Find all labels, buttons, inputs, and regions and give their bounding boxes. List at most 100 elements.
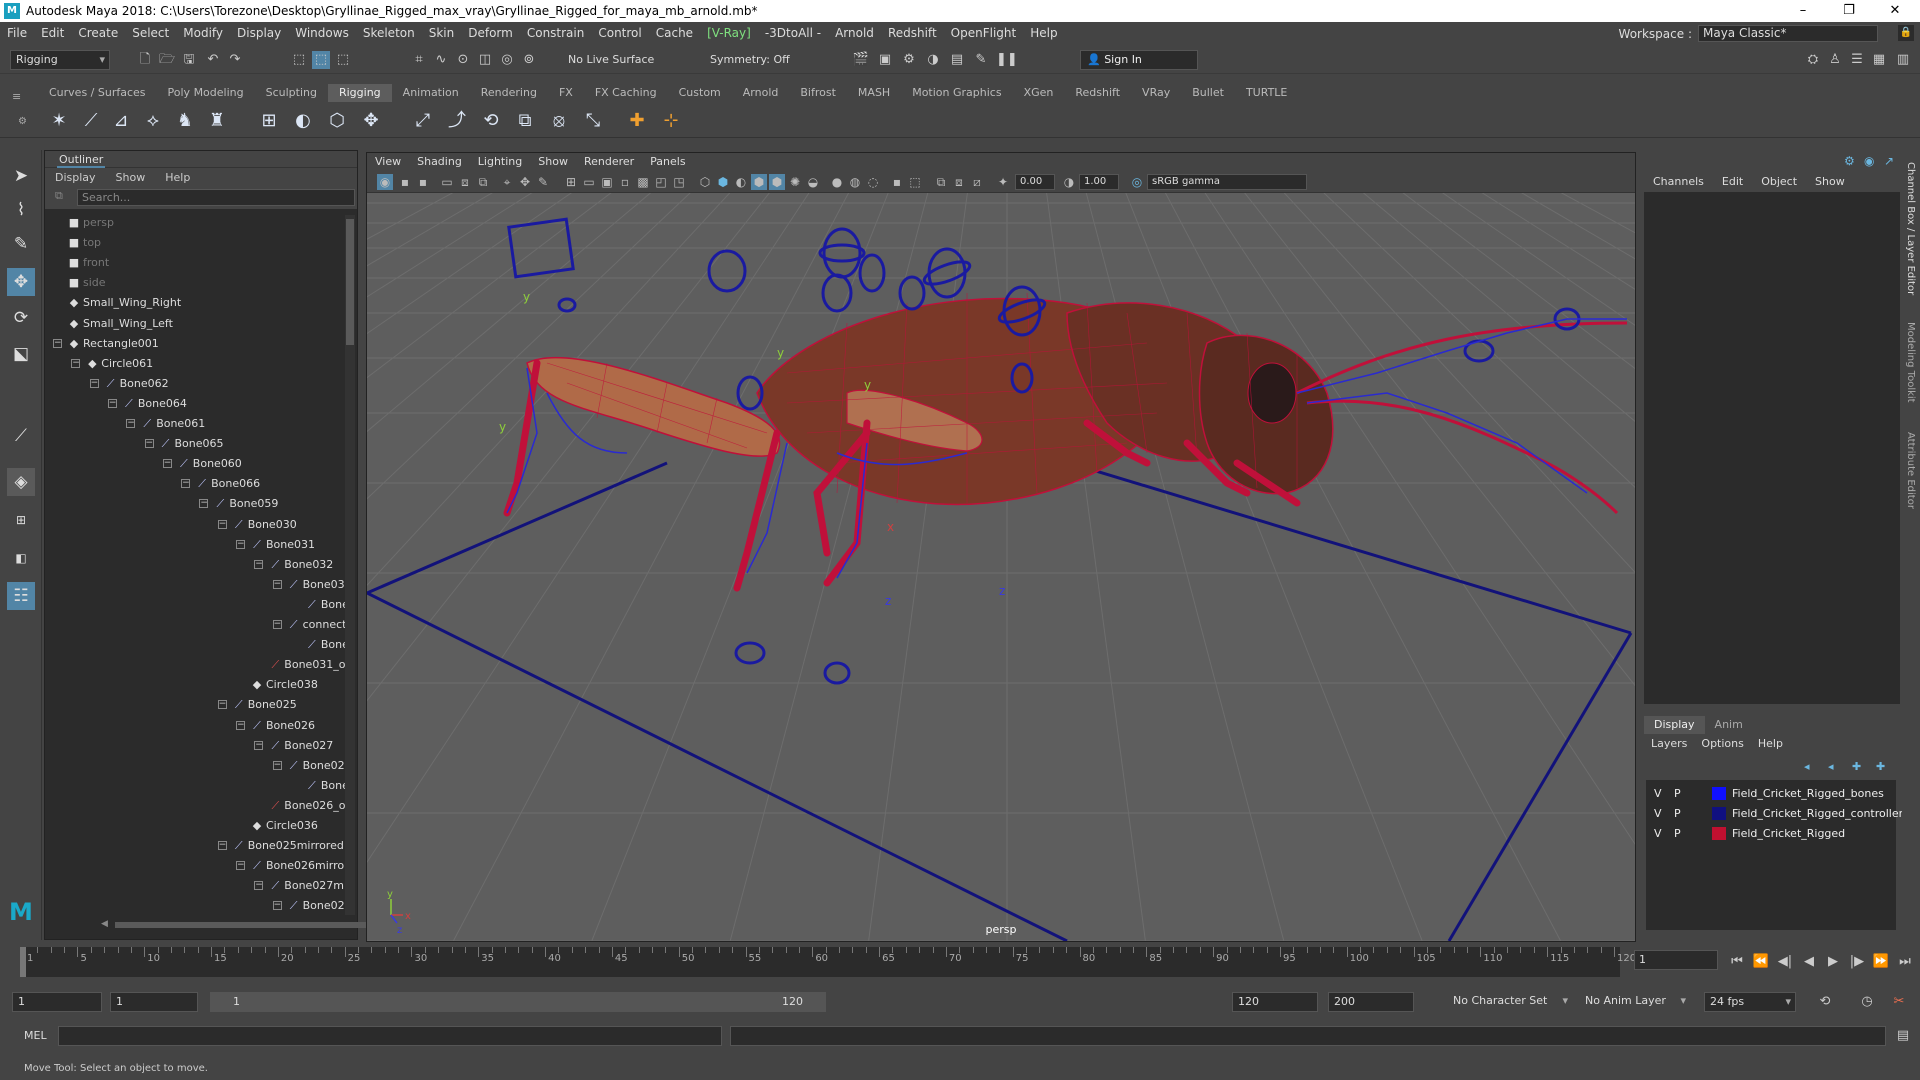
channel-box-help-icon[interactable]: ◉ xyxy=(1864,154,1874,168)
xray-icon[interactable]: ⧉ xyxy=(933,174,949,190)
exposure-icon[interactable]: ✦ xyxy=(995,174,1011,190)
gamma-icon[interactable]: ◑ xyxy=(1061,174,1077,190)
snap-to-point-icon[interactable]: ⊙ xyxy=(454,51,472,69)
expand-toggle[interactable]: − xyxy=(126,419,136,428)
menu-3dtoall[interactable]: -3DtoAll - xyxy=(758,26,828,40)
layer-tab-anim[interactable]: Anim xyxy=(1705,716,1753,734)
symmetry-label[interactable]: Symmetry: Off xyxy=(710,53,790,66)
scroll-left-icon[interactable]: ◀ xyxy=(101,919,108,929)
shelf-tab-fx[interactable]: FX xyxy=(548,84,584,102)
human-ik-icon[interactable]: ♙ xyxy=(1826,51,1844,69)
outliner-row-bone034[interactable]: ⟋ Bone034 xyxy=(45,595,345,615)
expand-toggle[interactable]: − xyxy=(217,841,227,851)
outliner-row-side[interactable]: ■ side xyxy=(45,273,345,293)
color-management-icon[interactable]: ◎ xyxy=(1129,174,1145,190)
menu-windows[interactable]: Windows xyxy=(288,26,356,40)
shelf-tab-poly-modeling[interactable]: Poly Modeling xyxy=(157,84,255,102)
expand-toggle[interactable]: − xyxy=(254,559,264,569)
hypershade-icon[interactable]: ◑ xyxy=(924,51,942,69)
camera-attributes-icon[interactable]: ▪ xyxy=(397,174,413,190)
new-scene-icon[interactable]: 🗋 xyxy=(136,51,154,69)
select-camera-icon[interactable]: ◉ xyxy=(377,174,393,190)
menu-constrain[interactable]: Constrain xyxy=(520,26,592,40)
snap-to-curve-icon[interactable]: ∿ xyxy=(432,51,450,69)
outliner-row-bone033[interactable]: −⟋ Bone033 xyxy=(45,575,345,595)
outliner-row-bone062[interactable]: − ⟋ Bone062 xyxy=(45,374,345,394)
expand-toggle[interactable]: − xyxy=(254,881,264,891)
safe-action-icon[interactable]: ✎ xyxy=(535,174,551,190)
fps-dropdown[interactable]: 24 fps xyxy=(1704,992,1796,1012)
outliner-row-small-wing-right[interactable]: ◆ Small_Wing_Right xyxy=(45,293,345,313)
expand-toggle[interactable]: − xyxy=(107,398,117,408)
outliner-row-bone066[interactable]: − ⟋ Bone066 xyxy=(45,474,345,494)
h-scrollbar-thumb[interactable] xyxy=(115,922,375,928)
layer-playback-toggle[interactable]: P xyxy=(1674,804,1681,823)
outliner-h-scrollbar[interactable]: ◀ ▶ xyxy=(101,919,397,931)
tool-settings-icon[interactable]: ▦ xyxy=(1870,51,1888,69)
layer-menu-help[interactable]: Help xyxy=(1751,734,1790,754)
outliner-row-bone025[interactable]: − ⟋ Bone025 xyxy=(45,695,345,715)
expand-toggle[interactable]: − xyxy=(236,861,245,871)
outliner-row-bone028[interactable]: −⟋ Bone028 xyxy=(45,756,345,776)
outliner-row-bone026mirrored[interactable]: −⟋ Bone026mirrored xyxy=(45,856,345,876)
outliner-row-connectbone001[interactable]: −⟋ connectBone001 xyxy=(45,615,345,635)
outliner-row-bone035[interactable]: ⟋ Bone035 xyxy=(45,635,345,655)
render-view-icon[interactable]: ▤ xyxy=(948,51,966,69)
range-bar[interactable]: 1 120 xyxy=(210,992,826,1012)
render-frame-icon[interactable]: 🎬 xyxy=(852,51,870,69)
select-by-object-icon[interactable]: ⬚ xyxy=(312,51,330,69)
outliner-menu-show[interactable]: Show xyxy=(106,168,156,187)
outliner-row-bone061[interactable]: − ⟋ Bone061 xyxy=(45,414,345,434)
point-constraint-icon[interactable]: ⦻ xyxy=(546,108,572,134)
outliner-row-circle061[interactable]: − ◆ Circle061 xyxy=(45,354,345,374)
orient-joint-icon[interactable]: ⟡ xyxy=(140,108,166,134)
view-transform-dropdown[interactable]: sRGB gamma xyxy=(1147,174,1307,190)
expand-toggle[interactable]: − xyxy=(272,901,282,911)
menu-create[interactable]: Create xyxy=(71,26,125,40)
wireframe-icon[interactable]: ⬡ xyxy=(697,174,713,190)
blend-shape-icon[interactable]: ⟲ xyxy=(478,108,504,134)
shelf-settings-icon[interactable]: ⚙ xyxy=(18,116,27,127)
bookmark-icon[interactable]: ▪ xyxy=(415,174,431,190)
layer-visibility-toggle[interactable]: V xyxy=(1654,804,1662,823)
expand-toggle[interactable]: − xyxy=(272,760,282,770)
shelf-tab-arnold[interactable]: Arnold xyxy=(732,84,790,102)
outliner-row-bone031[interactable]: − ⟋ Bone031 xyxy=(45,535,345,555)
outliner-row-front[interactable]: ■ front xyxy=(45,253,345,273)
outliner-scrollbar[interactable] xyxy=(345,215,355,915)
shelf-tab-sculpting[interactable]: Sculpting xyxy=(255,84,328,102)
outliner-row-bone065[interactable]: − ⟋ Bone065 xyxy=(45,434,345,454)
outliner-search-input[interactable]: Search... xyxy=(77,189,355,206)
layer-color-swatch[interactable] xyxy=(1712,787,1726,800)
resolution-toggle-icon[interactable]: ▣ xyxy=(599,174,615,190)
menu-help[interactable]: Help xyxy=(1023,26,1064,40)
menu-edit[interactable]: Edit xyxy=(34,26,71,40)
snap-toggle-icon[interactable]: ⊚ xyxy=(520,51,538,69)
layer-visibility-toggle[interactable]: V xyxy=(1654,784,1662,803)
step-back-frame-icon[interactable]: ◀| xyxy=(1776,954,1794,970)
shelf-tab-fx-caching[interactable]: FX Caching xyxy=(584,84,668,102)
wireframe-on-shaded-icon[interactable]: ⬢ xyxy=(751,174,767,190)
sign-in-button[interactable]: 👤 Sign In xyxy=(1080,50,1198,70)
expand-toggle[interactable]: − xyxy=(162,459,172,469)
persp-outliner-layout-icon[interactable]: ◧ xyxy=(7,544,35,572)
outliner-row-bone032[interactable]: − ⟋ Bone032 xyxy=(45,555,345,575)
viewport-menu-lighting[interactable]: Lighting xyxy=(470,153,530,171)
menu-set-dropdown[interactable]: Rigging xyxy=(10,50,110,70)
move-layer-up-icon[interactable]: ◂ xyxy=(1804,760,1810,773)
restore-button[interactable]: ❐ xyxy=(1826,0,1872,22)
menu-control[interactable]: Control xyxy=(591,26,648,40)
channel-menu-edit[interactable]: Edit xyxy=(1713,172,1752,192)
last-tool-icon[interactable]: ⟋ xyxy=(7,422,35,450)
image-plane-icon[interactable]: ▭ xyxy=(439,174,455,190)
expand-toggle[interactable]: − xyxy=(217,519,227,529)
pause-viewport-icon[interactable]: ❚❚ xyxy=(996,51,1018,69)
ik-spline-icon[interactable]: ⤴ xyxy=(444,108,470,134)
mirror-joint-icon[interactable]: ⊿ xyxy=(108,108,134,134)
menu-skin[interactable]: Skin xyxy=(422,26,462,40)
xray-joints-icon[interactable]: ⧈ xyxy=(951,174,967,190)
anti-aliasing-icon[interactable]: ◌ xyxy=(865,174,881,190)
shelf-tab-custom[interactable]: Custom xyxy=(668,84,732,102)
gate-mask-icon[interactable]: ⌖ xyxy=(499,174,515,190)
viewport-menu-renderer[interactable]: Renderer xyxy=(576,153,642,171)
